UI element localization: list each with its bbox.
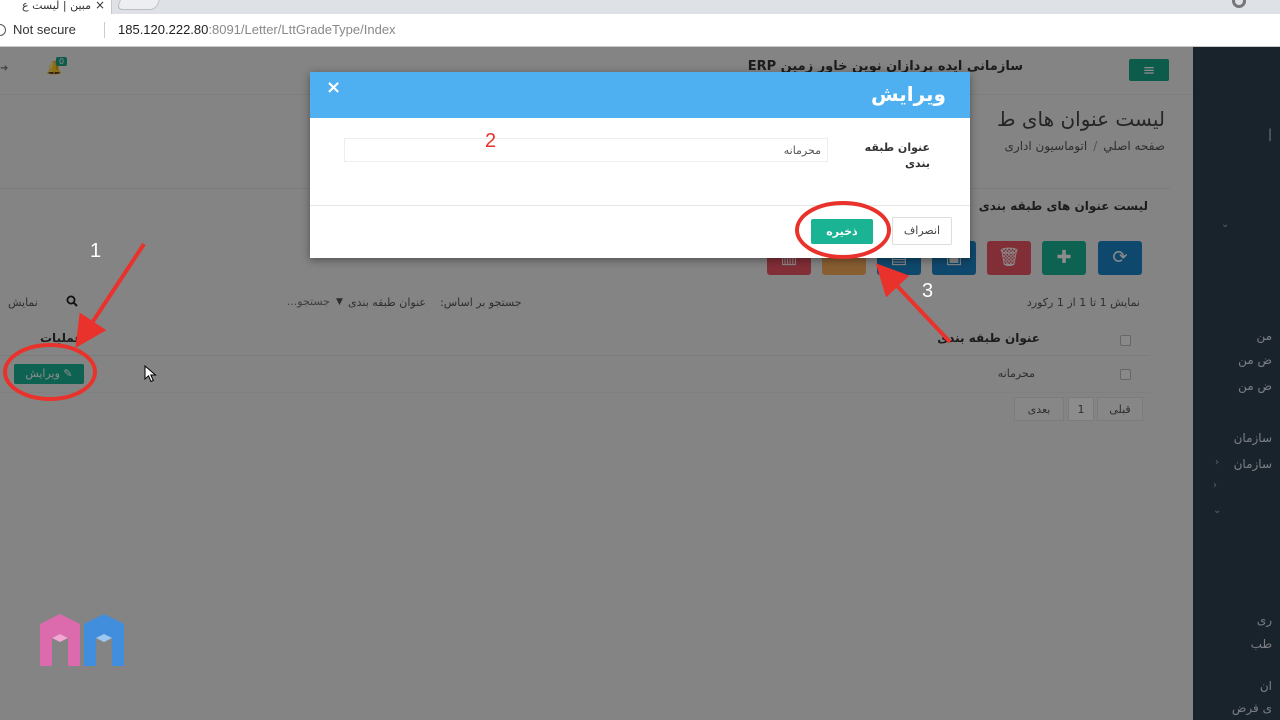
edit-modal: × ویرایش عنوان طبقه بندی انصراف ذخیره: [310, 72, 970, 258]
tab-close-icon[interactable]: ×: [95, 0, 105, 11]
browser-tab[interactable]: مبین | لیست ع ×: [0, 0, 112, 14]
browser-tab-title: مبین | لیست ع: [22, 0, 91, 12]
new-tab-button[interactable]: [116, 0, 160, 10]
browser-tab-strip: مبین | لیست ع ×: [0, 0, 1280, 14]
info-icon[interactable]: [0, 24, 6, 36]
url-path: :8091/Letter/LttGradeType/Index: [208, 22, 396, 37]
security-label[interactable]: Not secure: [13, 22, 76, 37]
close-icon[interactable]: ×: [326, 77, 341, 98]
mouse-cursor-icon: [144, 365, 157, 383]
annotation-number-1: 1: [90, 240, 102, 262]
address-bar[interactable]: Not secure 185.120.222.80:8091/Letter/Lt…: [0, 14, 1280, 47]
modal-footer: انصراف ذخیره: [310, 207, 970, 258]
profile-icon[interactable]: [1232, 0, 1246, 8]
url-host: 185.120.222.80: [118, 22, 209, 37]
brand-logo-icon: [40, 614, 124, 666]
save-button[interactable]: ذخیره: [811, 219, 873, 244]
url-text[interactable]: 185.120.222.80:8091/Letter/LttGradeType/…: [118, 22, 396, 37]
modal-header: × ویرایش: [310, 72, 970, 118]
address-separator: [104, 22, 105, 38]
annotation-number-3: 3: [922, 280, 934, 302]
modal-title: ویرایش: [870, 82, 946, 106]
classification-title-label: عنوان طبقه بندی: [864, 141, 930, 170]
classification-title-input[interactable]: [344, 138, 828, 162]
cancel-button[interactable]: انصراف: [892, 217, 952, 245]
annotation-number-2: 2: [485, 130, 497, 152]
modal-body: عنوان طبقه بندی: [310, 118, 970, 206]
